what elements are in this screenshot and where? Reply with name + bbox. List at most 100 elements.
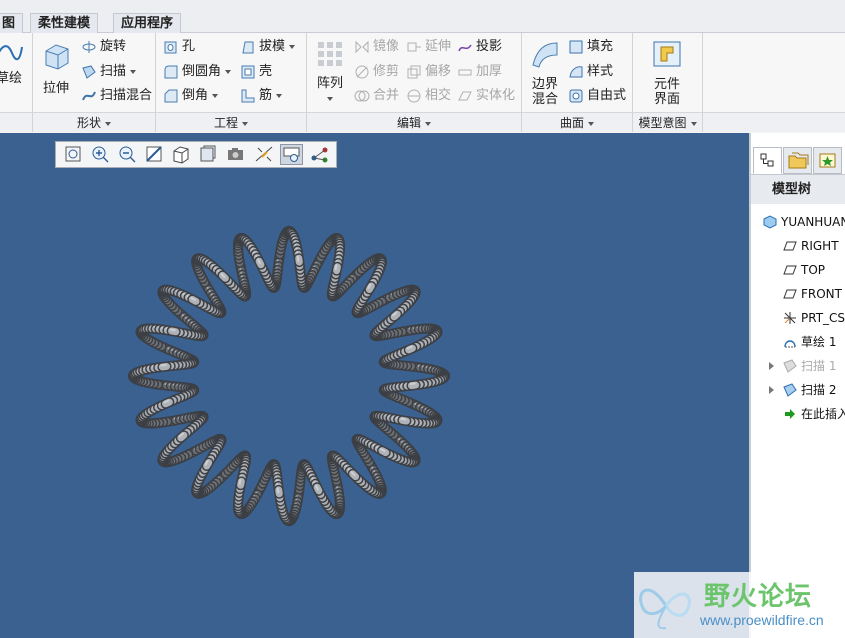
tab-model-tree[interactable] [753,147,782,174]
coordinate-system-icon [784,312,796,324]
annotation-display-button[interactable] [308,144,331,165]
offset-button[interactable]: 偏移 [406,61,451,83]
pattern-label: 阵列 [316,76,343,91]
fill-button[interactable]: 填充 [568,36,613,58]
chevron-down-icon[interactable] [588,121,594,126]
display-style-button[interactable] [197,144,220,165]
revolve-button[interactable]: 旋转 [81,36,126,58]
group-label-surface: 曲面 [522,112,632,132]
draft-button[interactable]: 拔模 [240,36,296,58]
refit-button[interactable] [62,144,85,165]
style-icon [569,65,583,77]
round-button[interactable]: 倒圆角 [163,61,232,83]
tree-node-insert-here[interactable]: 在此插入 [751,403,845,425]
tree-node-part[interactable]: YUANHUAN [751,211,845,233]
zoom-out-button[interactable] [116,144,139,165]
group-engineering: 孔 倒圆角 倒角 拔模 壳 筋 工程 [156,33,307,132]
merge-icon [354,90,370,101]
favorites-icon [819,153,836,168]
helical-torus-model[interactable] [0,133,749,638]
swept-blend-button[interactable]: 扫描混合 [81,85,152,107]
sketch-button[interactable]: 草绘 [0,39,24,86]
fill-icon [569,40,583,53]
merge-button[interactable]: 合并 [354,85,399,107]
chevron-down-icon[interactable] [276,93,283,98]
spin-center-icon [283,147,300,162]
group-datum-partial: 草绘 [0,33,33,132]
chevron-down-icon[interactable] [690,121,697,126]
expand-arrow-icon[interactable] [769,362,774,370]
extend-button[interactable]: 延伸 [406,36,451,58]
shell-button[interactable]: 壳 [240,61,272,83]
component-interface-label-1: 元件 [653,77,680,92]
chevron-down-icon[interactable] [289,44,296,49]
expand-arrow-icon[interactable] [769,386,774,394]
group-edit: 阵列 镜像 修剪 合并 延伸 偏移 相交 投影 加厚 实体化 编辑 [307,33,522,132]
repaint-button[interactable] [143,144,166,165]
edit-group-title: 编辑 [396,116,421,130]
view-manager-button[interactable] [224,144,247,165]
revolve-icon [82,40,96,53]
tree-node-sweep-1[interactable]: 扫描 1 [751,355,845,377]
spin-center-button[interactable] [280,144,303,165]
tree-node-sketch[interactable]: 草绘 1 [751,331,845,353]
tree-node-front[interactable]: FRONT [751,283,845,305]
hole-icon [164,41,177,53]
sweep-button[interactable]: 扫描 [81,61,137,83]
tab-favorites[interactable] [813,147,842,174]
component-interface-button[interactable]: 元件 界面 [647,39,687,107]
tab-applications[interactable]: 应用程序 [113,13,182,33]
tree-node-csys[interactable]: PRT_CSY [751,307,845,329]
chevron-down-icon[interactable] [105,121,111,126]
group-shape: 拉伸 旋转 扫描 扫描混合 形状 [33,33,156,132]
mirror-button[interactable]: 镜像 [354,36,399,58]
saved-orientations-button[interactable] [170,144,193,165]
boundary-blend-button[interactable]: 边界 混合 [526,39,564,107]
ribbon: 草绘 拉伸 旋转 扫描 扫描混合 形状 孔 倒圆角 倒角 拔模 壳 筋 工程 阵… [0,33,845,132]
chamfer-button[interactable]: 倒角 [163,85,219,107]
navigator-panel: 模型树 YUANHUAN RIGHT TOP FRONT PRT_CSY 草绘 … [749,133,845,638]
model-tree-title: 模型树 [772,182,812,197]
round-icon [164,65,178,78]
round-label: 倒圆角 [182,64,222,79]
graphics-viewport[interactable] [0,133,749,638]
merge-label: 合并 [373,88,400,103]
tab-view[interactable]: 图 [0,13,24,33]
chevron-down-icon[interactable] [327,96,333,101]
trim-button[interactable]: 修剪 [354,61,399,83]
watermark-url: www.proewildfire.cn [700,612,824,628]
tab-flexible-modeling[interactable]: 柔性建模 [30,13,99,33]
intersect-button[interactable]: 相交 [406,85,451,107]
datum-display-button[interactable] [253,144,276,165]
rib-button[interactable]: 筋 [240,85,283,107]
datum-plane-icon [783,289,797,299]
chevron-down-icon[interactable] [130,69,137,74]
ribbon-tab-bar: 图 柔性建模 应用程序 [0,0,845,33]
chevron-down-icon[interactable] [212,93,219,98]
tree-node-top[interactable]: TOP [751,259,845,281]
chevron-down-icon[interactable] [225,69,232,74]
solidify-button[interactable]: 实体化 [457,85,515,107]
hole-button[interactable]: 孔 [163,36,195,58]
datum-plane-icon [783,265,797,275]
solidify-label: 实体化 [476,88,516,103]
style-button[interactable]: 样式 [568,61,613,83]
chevron-down-icon[interactable] [425,121,431,126]
tree-node-label: 草绘 1 [801,335,837,349]
project-button[interactable]: 投影 [457,36,502,58]
sketch-label: 草绘 [0,71,22,86]
extrude-button[interactable]: 拉伸 [39,39,73,96]
surface-group-title: 曲面 [559,116,584,130]
hole-label: 孔 [182,39,196,54]
watermark-title: 野火论坛 [704,582,813,612]
coil-geometry [128,225,450,527]
pattern-button[interactable]: 阵列 [313,39,347,106]
tree-node-sweep-2[interactable]: 扫描 2 [751,379,845,401]
freestyle-button[interactable]: 自由式 [568,85,626,107]
tree-node-right[interactable]: RIGHT [751,235,845,257]
tab-folder-browser[interactable] [783,147,812,174]
chevron-down-icon[interactable] [242,121,248,126]
thicken-button[interactable]: 加厚 [457,61,502,83]
zoom-in-button[interactable] [89,144,112,165]
tree-node-label: 在此插入 [801,407,845,421]
